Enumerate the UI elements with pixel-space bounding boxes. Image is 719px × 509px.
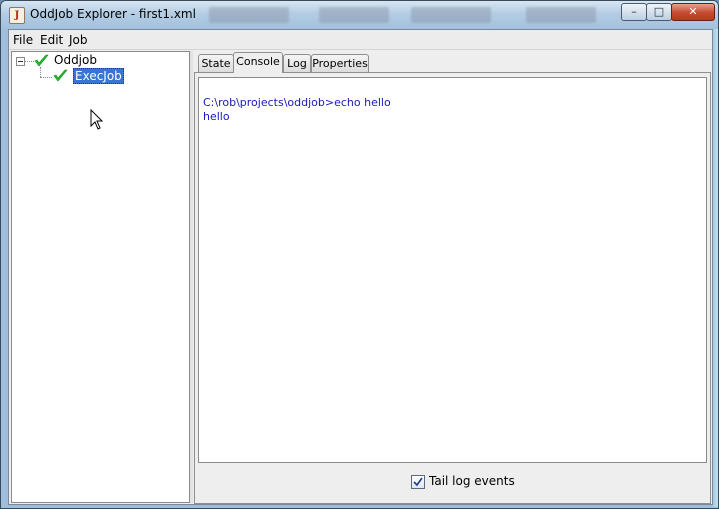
collapse-toggle-icon[interactable] xyxy=(16,57,25,66)
console-output[interactable]: C:\rob\projects\oddjob>echo hello hello xyxy=(198,77,707,463)
checkmark-icon xyxy=(413,477,423,487)
green-check-icon xyxy=(34,54,49,67)
menu-file[interactable]: File xyxy=(13,33,33,47)
mouse-pointer-icon xyxy=(90,109,104,130)
background-blur xyxy=(411,7,491,23)
tree-node-oddjob[interactable]: Oddjob xyxy=(54,53,97,67)
background-blur xyxy=(209,7,289,23)
menu-edit[interactable]: Edit xyxy=(40,33,63,47)
detail-panel: State Console Log Properties C:\rob\proj… xyxy=(194,51,711,504)
window-title: OddJob Explorer - first1.xml xyxy=(30,7,196,21)
tab-console[interactable]: Console xyxy=(233,52,283,73)
tab-content: C:\rob\projects\oddjob>echo hello hello … xyxy=(194,72,711,504)
close-button[interactable]: ✕ xyxy=(671,3,715,21)
tree-connector xyxy=(40,77,52,78)
background-blur xyxy=(526,7,596,23)
console-line: hello xyxy=(203,110,230,123)
tree-connector xyxy=(40,67,41,77)
client-area: File Edit Job Oddjob ExecJob State Conso… xyxy=(8,29,713,505)
job-tree[interactable]: Oddjob ExecJob xyxy=(11,51,190,503)
java-cup-icon[interactable]: J xyxy=(9,7,25,24)
background-blur xyxy=(319,7,389,23)
minimize-icon: – xyxy=(631,5,637,18)
minimize-button[interactable]: – xyxy=(621,3,647,21)
tail-log-label: Tail log events xyxy=(429,474,515,488)
tail-log-checkbox[interactable] xyxy=(411,475,425,489)
tree-connector xyxy=(25,61,34,62)
console-line: C:\rob\projects\oddjob>echo hello xyxy=(203,96,391,109)
app-window: J OddJob Explorer - first1.xml – □ ✕ Fil… xyxy=(0,0,719,509)
title-bar[interactable]: J OddJob Explorer - first1.xml – □ ✕ xyxy=(1,1,718,29)
menu-bar: File Edit Job xyxy=(9,30,712,50)
tab-properties[interactable]: Properties xyxy=(311,54,369,72)
close-icon: ✕ xyxy=(688,5,698,18)
maximize-icon: □ xyxy=(653,5,665,18)
green-check-icon xyxy=(53,69,68,82)
tab-log[interactable]: Log xyxy=(283,54,311,72)
split-pane-divider[interactable] xyxy=(190,51,193,503)
menu-job[interactable]: Job xyxy=(69,33,88,47)
tab-state[interactable]: State xyxy=(198,54,234,72)
tree-node-execjob[interactable]: ExecJob xyxy=(73,68,124,84)
maximize-button[interactable]: □ xyxy=(646,3,672,21)
